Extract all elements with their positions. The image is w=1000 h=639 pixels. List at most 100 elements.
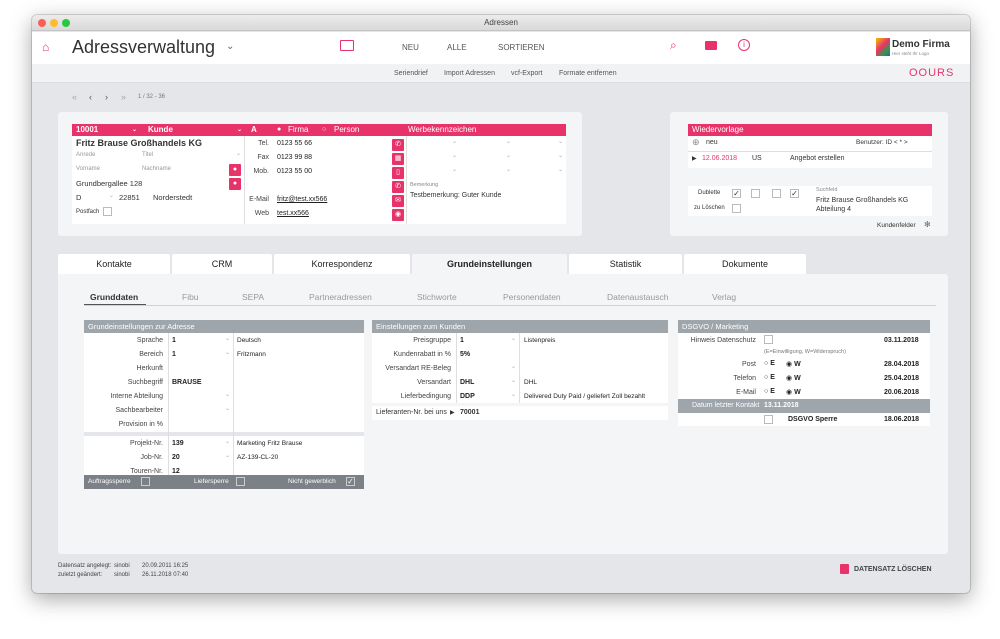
- liefersperre-checkbox[interactable]: [236, 477, 245, 486]
- subtab-grunddaten[interactable]: Grunddaten: [90, 292, 138, 302]
- werbe-dropdown-8[interactable]: ⌄: [506, 166, 511, 173]
- subtab-datenaustausch[interactable]: Datenaustausch: [607, 292, 668, 302]
- delete-record-button[interactable]: DATENSATZ LÖSCHEN: [854, 566, 932, 573]
- post-date[interactable]: 28.04.2018: [884, 361, 919, 368]
- person-icon[interactable]: ●: [229, 164, 241, 176]
- bereich-field[interactable]: 1: [172, 351, 176, 358]
- mob-field[interactable]: 0123 55 00: [277, 168, 312, 175]
- tab-dokumente[interactable]: Dokumente: [684, 254, 806, 274]
- city-field[interactable]: Norderstedt: [153, 193, 192, 202]
- tab-kontakte[interactable]: Kontakte: [58, 254, 170, 274]
- location-pin-icon[interactable]: ●: [229, 178, 241, 190]
- wv-task[interactable]: Angebot erstellen: [790, 155, 844, 162]
- versandart-field[interactable]: DHL: [460, 379, 474, 386]
- telefon-radio-w[interactable]: ◉ W: [786, 374, 801, 382]
- dsgvo-sperre-checkbox[interactable]: [764, 415, 773, 424]
- werbe-dropdown-4[interactable]: ⌄: [452, 152, 457, 159]
- print-icon[interactable]: [705, 41, 717, 50]
- nav-all[interactable]: ALLE: [447, 43, 467, 52]
- web-field[interactable]: test.xx566: [277, 210, 309, 217]
- abteilung-dropdown-icon[interactable]: ⌄: [225, 391, 230, 398]
- nachname-field[interactable]: Nachname: [142, 166, 171, 172]
- country-dropdown-icon[interactable]: ⌄: [109, 192, 114, 199]
- globe-icon[interactable]: ◉: [392, 209, 404, 221]
- nav-sort[interactable]: SORTIEREN: [498, 43, 545, 52]
- versandart-re-dropdown-icon[interactable]: ⌄: [511, 363, 516, 370]
- link-seriendrief[interactable]: Seriendrief: [394, 70, 428, 77]
- benutzer-filter[interactable]: Benutzer: ID < * >: [856, 139, 908, 146]
- next-record-icon[interactable]: ›: [105, 92, 108, 102]
- street-field[interactable]: Grundbergallee 128: [76, 179, 142, 188]
- preisgruppe-field[interactable]: 1: [460, 337, 464, 344]
- anrede-field[interactable]: Anrede: [76, 152, 95, 158]
- wv-user[interactable]: US: [752, 155, 762, 162]
- touren-field[interactable]: 12: [172, 468, 180, 475]
- subtab-sepa[interactable]: SEPA: [242, 292, 264, 302]
- dublette-checkbox-2[interactable]: [751, 189, 760, 198]
- fax-field[interactable]: 0123 99 88: [277, 154, 312, 161]
- chevron-down-icon[interactable]: ⌄: [226, 41, 234, 52]
- dsgvo-sperre-date[interactable]: 18.06.2018: [884, 416, 919, 423]
- radio-person[interactable]: ○: [322, 124, 326, 136]
- werbe-dropdown-6[interactable]: ⌄: [558, 152, 563, 159]
- post-radio-e[interactable]: ○ E: [764, 360, 775, 367]
- new-wiedervorlage[interactable]: neu: [706, 139, 718, 146]
- telefon-radio-e[interactable]: ○ E: [764, 374, 775, 381]
- dublette-checkbox-4[interactable]: ✓: [790, 189, 799, 198]
- last-record-icon[interactable]: »: [121, 92, 126, 102]
- werbe-dropdown-3[interactable]: ⌄: [558, 138, 563, 145]
- hinweis-date[interactable]: 03.11.2018: [884, 337, 919, 344]
- sprache-field[interactable]: 1: [172, 337, 176, 344]
- rabatt-field[interactable]: 5%: [460, 351, 470, 358]
- zoom-window-button[interactable]: [62, 19, 70, 27]
- minimize-window-button[interactable]: [50, 19, 58, 27]
- link-formate[interactable]: Formate entfernen: [559, 70, 617, 77]
- tel-field[interactable]: 0123 55 66: [277, 140, 312, 147]
- zip-field[interactable]: 22851: [119, 193, 140, 202]
- lieferbed-dropdown-icon[interactable]: ⌄: [511, 391, 516, 398]
- subtab-fibu[interactable]: Fibu: [182, 292, 199, 302]
- versandart-dropdown-icon[interactable]: ⌄: [511, 377, 516, 384]
- hinweis-checkbox[interactable]: [764, 335, 773, 344]
- werbe-dropdown-9[interactable]: ⌄: [558, 166, 563, 173]
- radio-firma[interactable]: ●: [277, 124, 281, 136]
- wv-date[interactable]: 12.06.2018: [702, 155, 737, 162]
- gear-icon[interactable]: ✻: [924, 220, 931, 229]
- tab-crm[interactable]: CRM: [172, 254, 272, 274]
- mobile-icon[interactable]: ▯: [392, 167, 404, 179]
- vorname-field[interactable]: Vorname: [76, 166, 100, 172]
- post-radio-w[interactable]: ◉ W: [786, 360, 801, 368]
- job-field[interactable]: 20: [172, 454, 180, 461]
- preisgruppe-dropdown-icon[interactable]: ⌄: [511, 335, 516, 342]
- home-icon[interactable]: ⌂: [42, 40, 49, 54]
- werbe-dropdown-1[interactable]: ⌄: [452, 138, 457, 145]
- suchbegriff-field[interactable]: BRAUSE: [172, 379, 202, 386]
- lieferanten-field[interactable]: 70001: [460, 409, 479, 416]
- subtab-personendaten[interactable]: Personendaten: [503, 292, 561, 302]
- add-icon[interactable]: ⊕: [692, 137, 700, 148]
- job-dropdown-icon[interactable]: ⌄: [225, 452, 230, 459]
- call-icon[interactable]: ✆: [392, 181, 404, 193]
- id-dropdown-icon[interactable]: ⌄: [132, 124, 137, 136]
- email-consent-date[interactable]: 20.06.2018: [884, 389, 919, 396]
- fax-icon[interactable]: ▦: [392, 153, 404, 165]
- type-dropdown-icon[interactable]: ⌄: [237, 124, 242, 136]
- dublette-checkbox-3[interactable]: [772, 189, 781, 198]
- tab-grundeinstellungen[interactable]: Grundeinstellungen: [412, 254, 567, 276]
- titel-field[interactable]: Titel: [142, 152, 153, 158]
- subtab-stichworte[interactable]: Stichworte: [417, 292, 457, 302]
- suchfeld-value[interactable]: Fritz Brause Großhandels KG: [816, 197, 908, 204]
- auftragssperre-checkbox[interactable]: [141, 477, 150, 486]
- suchfeld-value-2[interactable]: Abteilung 4: [816, 206, 851, 213]
- link-vcf-export[interactable]: vcf-Export: [511, 70, 543, 77]
- mail-icon[interactable]: ✉: [392, 195, 404, 207]
- close-window-button[interactable]: [38, 19, 46, 27]
- search-icon[interactable]: ⌕: [670, 38, 677, 53]
- country-field[interactable]: D: [76, 193, 81, 202]
- lieferbed-field[interactable]: DDP: [460, 393, 475, 400]
- first-record-icon[interactable]: «: [72, 92, 77, 102]
- loeschen-checkbox[interactable]: [732, 204, 741, 213]
- sprache-dropdown-icon[interactable]: ⌄: [225, 335, 230, 342]
- prev-record-icon[interactable]: ‹: [89, 92, 92, 102]
- nav-new[interactable]: NEU: [402, 43, 419, 52]
